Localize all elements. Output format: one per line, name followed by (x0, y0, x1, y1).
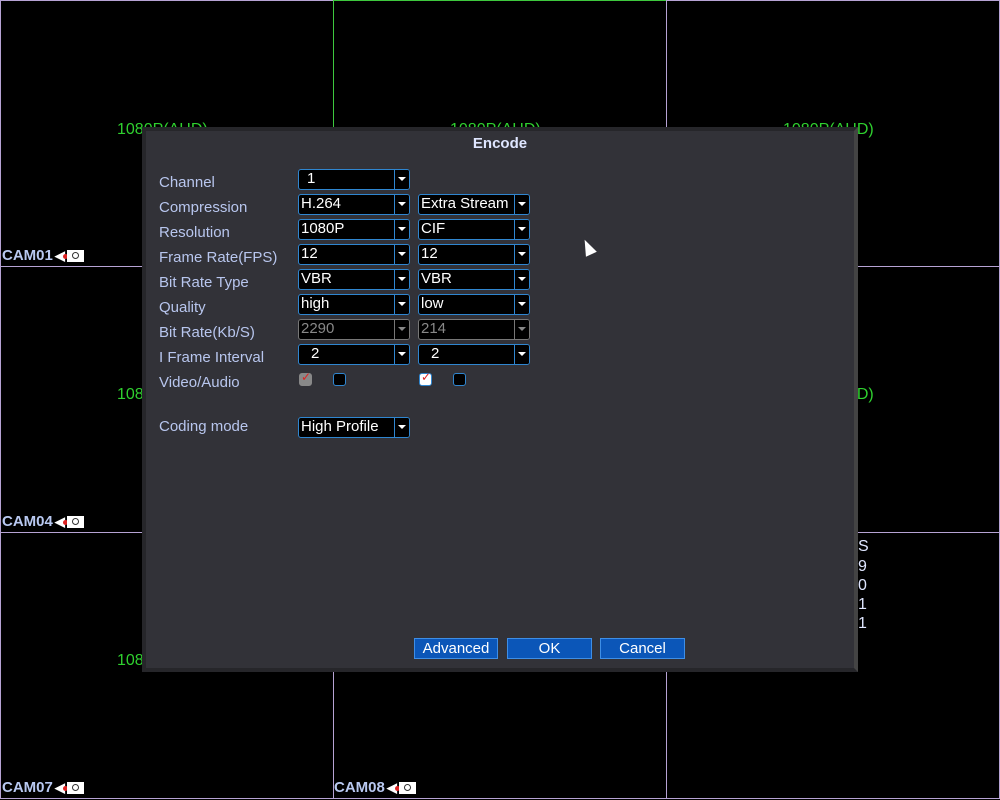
select-value: High Profile (301, 418, 379, 435)
select-value: 12 (421, 245, 438, 262)
camera-label: CAM04 ◀ (2, 513, 84, 530)
camera-name: CAM07 (2, 779, 53, 796)
speaker-muted-icon: ◀ (55, 780, 68, 796)
speaker-muted-icon: ◀ (55, 248, 68, 264)
select-value: VBR (301, 270, 332, 287)
osd-text: 9 (858, 558, 867, 575)
chevron-down-icon (394, 270, 409, 289)
select-value: VBR (421, 270, 452, 287)
select-value: low (421, 295, 444, 312)
extra-i-frame-select[interactable]: 2 (418, 344, 530, 365)
frame-rate-label: Frame Rate(FPS) (159, 249, 278, 266)
select-value: 1 (307, 170, 316, 187)
camera-label: CAM01 ◀ (2, 247, 84, 264)
chevron-down-icon (514, 245, 529, 264)
select-value: 214 (421, 320, 447, 337)
main-audio-checkbox[interactable] (333, 373, 346, 386)
chevron-down-icon (394, 220, 409, 239)
bit-rate-label: Bit Rate(Kb/S) (159, 324, 255, 341)
chevron-down-icon (394, 320, 409, 339)
extra-audio-checkbox[interactable] (453, 373, 466, 386)
compression-label: Compression (159, 199, 248, 216)
compression-select[interactable]: H.264 (298, 194, 410, 215)
chevron-down-icon (394, 170, 409, 189)
cancel-button[interactable]: Cancel (600, 638, 685, 659)
extra-resolution-select[interactable]: CIF (418, 219, 530, 240)
stream-select[interactable]: Extra Stream (418, 194, 530, 215)
chevron-down-icon (514, 320, 529, 339)
osd-text: 1 (858, 615, 867, 632)
select-value: 1080P (301, 220, 345, 237)
main-video-checkbox (299, 370, 312, 386)
select-value: 2290 (301, 320, 335, 337)
speaker-muted-icon: ◀ (55, 514, 68, 530)
osd-text: 1 (858, 596, 867, 613)
chevron-down-icon (394, 245, 409, 264)
select-value: Extra Stream (421, 195, 509, 212)
select-value: H.264 (301, 195, 342, 212)
channel-label: Channel (159, 174, 215, 191)
chevron-down-icon (514, 295, 529, 314)
chevron-down-icon (514, 345, 529, 364)
encode-dialog: Encode Channel Compression Resolution Fr… (142, 127, 858, 672)
snapshot-icon (66, 781, 84, 794)
i-frame-label: I Frame Interval (159, 349, 265, 366)
quality-label: Quality (159, 299, 206, 316)
dialog-title: Encode (472, 135, 528, 152)
bit-rate-type-label: Bit Rate Type (159, 274, 249, 291)
i-frame-select[interactable]: 2 (298, 344, 410, 365)
select-value: high (301, 295, 330, 312)
extra-bit-rate-select: 214 (418, 319, 530, 340)
chevron-down-icon (394, 418, 409, 437)
resolution-select[interactable]: 1080P (298, 219, 410, 240)
snapshot-icon (398, 781, 416, 794)
chevron-down-icon (394, 195, 409, 214)
ok-button[interactable]: OK (507, 638, 592, 659)
select-value: 12 (301, 245, 318, 262)
osd-text: 0 (858, 577, 867, 594)
chevron-down-icon (514, 195, 529, 214)
chevron-down-icon (394, 345, 409, 364)
chevron-down-icon (394, 295, 409, 314)
speaker-muted-icon: ◀ (387, 780, 400, 796)
camera-name: CAM01 (2, 247, 53, 264)
frame-rate-select[interactable]: 12 (298, 244, 410, 265)
resolution-label: Resolution (159, 224, 230, 241)
osd-text: S (858, 538, 869, 555)
advanced-button[interactable]: Advanced (414, 638, 498, 659)
extra-quality-select[interactable]: low (418, 294, 530, 315)
extra-video-checkbox[interactable] (419, 370, 432, 386)
snapshot-icon (66, 515, 84, 528)
camera-label: CAM07 ◀ (2, 779, 84, 796)
chevron-down-icon (514, 220, 529, 239)
extra-frame-rate-select[interactable]: 12 (418, 244, 530, 265)
channel-select[interactable]: 1 (298, 169, 410, 190)
select-value: CIF (421, 220, 446, 237)
bit-rate-select: 2290 (298, 319, 410, 340)
chevron-down-icon (514, 270, 529, 289)
snapshot-icon (66, 249, 84, 262)
quality-select[interactable]: high (298, 294, 410, 315)
video-audio-label: Video/Audio (159, 374, 240, 391)
extra-bit-rate-type-select[interactable]: VBR (418, 269, 530, 290)
coding-mode-select[interactable]: High Profile (298, 417, 410, 438)
camera-label: CAM08 ◀ (334, 779, 416, 796)
select-value: 2 (431, 345, 440, 362)
camera-name: CAM08 (334, 779, 385, 796)
select-value: 2 (311, 345, 320, 362)
camera-name: CAM04 (2, 513, 53, 530)
coding-mode-label: Coding mode (159, 418, 249, 435)
bit-rate-type-select[interactable]: VBR (298, 269, 410, 290)
